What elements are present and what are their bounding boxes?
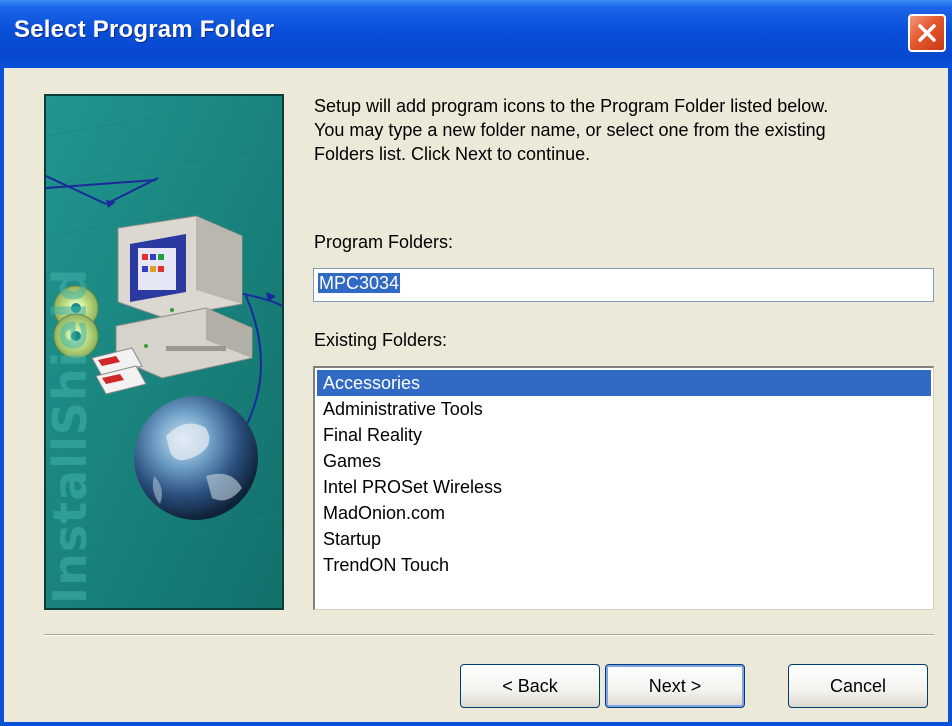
existing-folders-list[interactable]: Accessories Administrative Tools Final R… [313, 366, 934, 610]
list-item-games[interactable]: Games [317, 448, 931, 474]
list-item-intel-proset-wireless[interactable]: Intel PROSet Wireless [317, 474, 931, 500]
list-item-accessories[interactable]: Accessories [317, 370, 931, 396]
program-folder-value: MPC3034 [318, 273, 401, 293]
setup-illustration: InstallShield [46, 96, 282, 608]
list-item-madonion[interactable]: MadOnion.com [317, 500, 931, 526]
existing-folders-label: Existing Folders: [314, 330, 448, 350]
close-icon [918, 24, 936, 42]
dialog-body: InstallShield Setup will add program ico… [4, 68, 948, 722]
instruction-text: Setup will add program icons to the Prog… [314, 96, 829, 164]
back-button[interactable]: < Back [460, 664, 600, 708]
list-item-final-reality[interactable]: Final Reality [317, 422, 931, 448]
window-title: Select Program Folder [14, 16, 275, 43]
globe-icon [134, 396, 258, 520]
list-item-startup[interactable]: Startup [317, 526, 931, 552]
close-button[interactable] [908, 14, 946, 52]
list-item-administrative-tools[interactable]: Administrative Tools [317, 396, 931, 422]
list-item-trendon-touch[interactable]: TrendON Touch [317, 552, 931, 578]
installshield-artwork: InstallShield [44, 94, 284, 610]
computer-icon [115, 215, 253, 379]
cancel-button[interactable]: Cancel [788, 664, 928, 708]
program-folder-input[interactable]: MPC3034 [313, 268, 934, 302]
next-button[interactable]: Next > [605, 664, 745, 708]
svg-text:InstallShield: InstallShield [46, 268, 97, 604]
program-folders-label: Program Folders: [314, 232, 454, 252]
divider [44, 634, 934, 636]
title-bar[interactable]: Select Program Folder [0, 0, 952, 68]
dialog-window: Select Program Folder InstallShield Setu… [0, 0, 952, 726]
